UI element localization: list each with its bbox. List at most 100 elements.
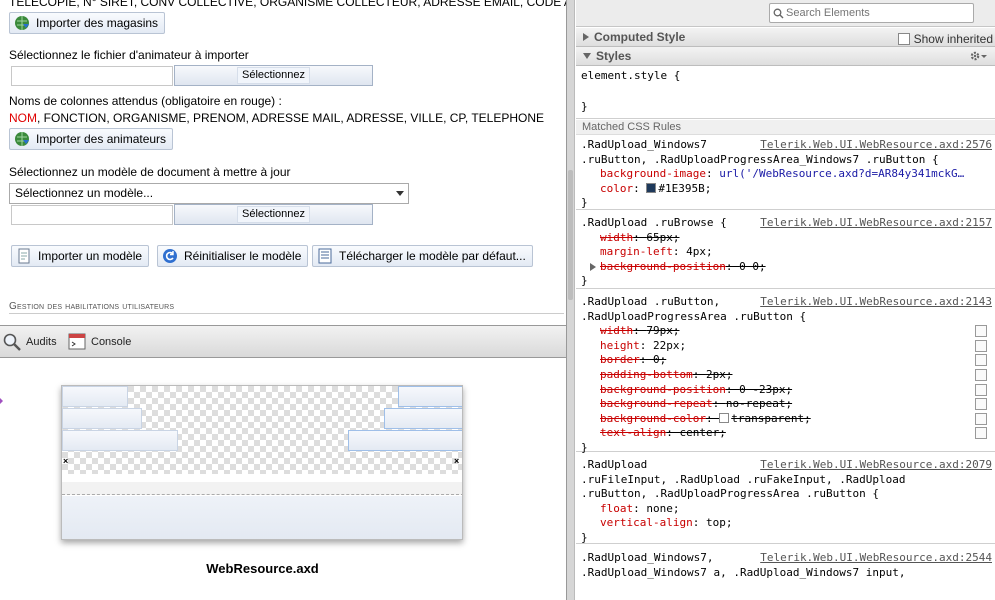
css-property[interactable]: width: 65px; [600,231,680,244]
css-property[interactable]: border: 0; [600,353,666,366]
template-select-value: Sélectionnez un modèle... [15,186,154,200]
rule-close-brace: } [581,531,588,544]
import-stores-label: Importer des magasins [36,16,159,30]
tab-console-label: Console [91,336,132,348]
property-checkbox[interactable] [975,354,987,367]
splitter-thumb[interactable] [568,170,573,300]
expand-triangle-icon[interactable] [590,262,596,271]
drag-marker-icon [0,398,3,404]
property-checkbox[interactable] [975,339,987,352]
download-document-icon [318,248,332,264]
styles-title: Styles [596,49,632,63]
css-property[interactable]: height: 22px; [600,339,686,352]
animator-file-label: Sélectionnez le fichier d'animateur à im… [9,48,249,62]
css-property[interactable]: padding-bottom: 2px; [600,368,732,381]
color-swatch[interactable] [646,182,657,193]
devtools-tabbar: Audits Console [0,325,566,358]
sprite-button-tile [62,430,178,451]
css-property[interactable]: background-color: transparent; [600,412,811,425]
rule-source-link[interactable]: Telerik.Web.UI.WebResource.axd:2079 [760,458,992,471]
template-browse-button[interactable]: Sélectionnez [174,204,373,225]
rule-selector: .RadUpload_Windows7 [581,138,707,151]
computed-style-header[interactable]: Computed Style Show inherited [576,28,995,47]
template-select[interactable]: Sélectionnez un modèle... [9,183,409,204]
property-name: float [600,501,634,515]
rule-close-brace: } [581,196,588,210]
tab-audits[interactable]: Audits [2,331,57,353]
property-name: padding-bottom [600,368,693,381]
import-stores-button[interactable]: Importer des magasins [9,12,166,34]
pane-splitter[interactable] [566,0,575,600]
search-icon [773,8,784,19]
property-name: margin-left [600,245,673,259]
property-checkbox[interactable] [975,325,987,338]
template-file-input[interactable] [11,205,173,225]
rule-close-brace: } [581,441,588,454]
css-property[interactable]: color: #1E395B; [600,182,711,195]
preview-caption: WebResource.axd [206,561,319,576]
gear-icon[interactable] [969,50,987,62]
document-icon [18,248,30,264]
sprite-button-tile [62,408,142,429]
reset-template-button[interactable]: Réinitialiser le modèle [157,245,309,267]
rule-selector: .RadUpload_Windows7, [581,551,714,564]
sprite-image: × × [61,385,463,540]
css-rule[interactable]: .RadUpload_Windows7, Telerik.Web.UI.WebRe… [576,549,995,600]
show-inherited-toggle[interactable]: Show inherited [897,30,993,48]
css-rule[interactable]: .RadUpload .ruBrowse {Telerik.Web.UI.Web… [576,214,995,289]
css-property[interactable]: vertical-align: top; [600,516,732,529]
close-icon: × [63,456,69,466]
css-property[interactable]: width: 79px; [600,324,680,337]
resource-preview: × × WebResource.axd [0,358,566,600]
property-checkbox[interactable] [975,427,987,440]
property-value: center; [679,426,726,440]
property-checkbox[interactable] [975,369,987,381]
property-name: vertical-align [600,516,693,530]
css-property[interactable]: margin-left: 4px; [600,245,713,258]
show-inherited-checkbox[interactable] [897,33,910,45]
property-name: background-color [600,411,706,425]
download-template-button[interactable]: Télécharger le modèle par défaut... [312,245,533,267]
css-property[interactable]: background-repeat: no-repeat; [600,397,792,410]
property-name: color [600,181,634,195]
css-property[interactable]: background-image: url('/WebResource.axd?… [600,167,964,180]
animator-file-input[interactable] [11,66,173,86]
css-rule[interactable]: .RadUpload Telerik.Web.UI.WebResource.axd… [576,456,995,544]
tab-console[interactable]: Console [67,331,131,353]
property-value: 0; [653,353,667,367]
property-value: transparent; [731,411,811,425]
sprite-button-tile [398,386,462,407]
css-property[interactable]: float: none; [600,502,680,515]
property-value: 65px; [646,230,680,244]
property-value: #1E395B; [658,181,712,195]
property-value: 4px; [686,245,713,259]
template-label: Sélectionnez un modèle de document à met… [9,165,291,179]
css-property[interactable]: background-position: 0 -23px; [600,383,792,396]
import-animators-button[interactable]: Importer des animateurs [9,128,174,150]
property-checkbox[interactable] [975,398,987,411]
property-value: none; [646,501,680,515]
search-field[interactable] [769,3,974,23]
rule-source-link[interactable]: Telerik.Web.UI.WebResource.axd:2576 [760,138,992,151]
property-checkbox[interactable] [975,383,987,396]
animator-browse-button[interactable]: Sélectionnez [174,65,373,86]
property-name: width [600,230,634,244]
css-rule[interactable]: .RadUpload_Windows7 Telerik.Web.UI.WebRes… [576,136,995,210]
css-property[interactable]: background-position: 0 0; [590,260,766,273]
search-input[interactable] [786,4,966,22]
import-template-button[interactable]: Importer un modèle [11,245,150,267]
rule-close-brace: } [581,274,588,288]
rule-source-link[interactable]: Telerik.Web.UI.WebResource.axd:2143 [760,295,992,308]
css-rule[interactable]: .RadUpload .ruButton, Telerik.Web.UI.WebR… [576,293,995,454]
sprite-button-tile [62,386,128,407]
element-style-rule[interactable]: element.style { } [576,67,995,119]
styles-header[interactable]: Styles [576,47,995,66]
rule-source-link[interactable]: Telerik.Web.UI.WebResource.axd:2157 [760,216,992,229]
rule-selector: .RadUpload [581,458,648,471]
rule-source-link[interactable]: Telerik.Web.UI.WebResource.axd:2544 [760,551,992,564]
css-property[interactable]: text-align: center; [600,426,726,439]
property-checkbox[interactable] [975,412,987,425]
color-swatch[interactable] [719,412,730,423]
rule-selector: .ruFileInput, .RadUpload .ruFakeInput, .… [581,472,906,486]
required-column: NOM [9,111,37,125]
